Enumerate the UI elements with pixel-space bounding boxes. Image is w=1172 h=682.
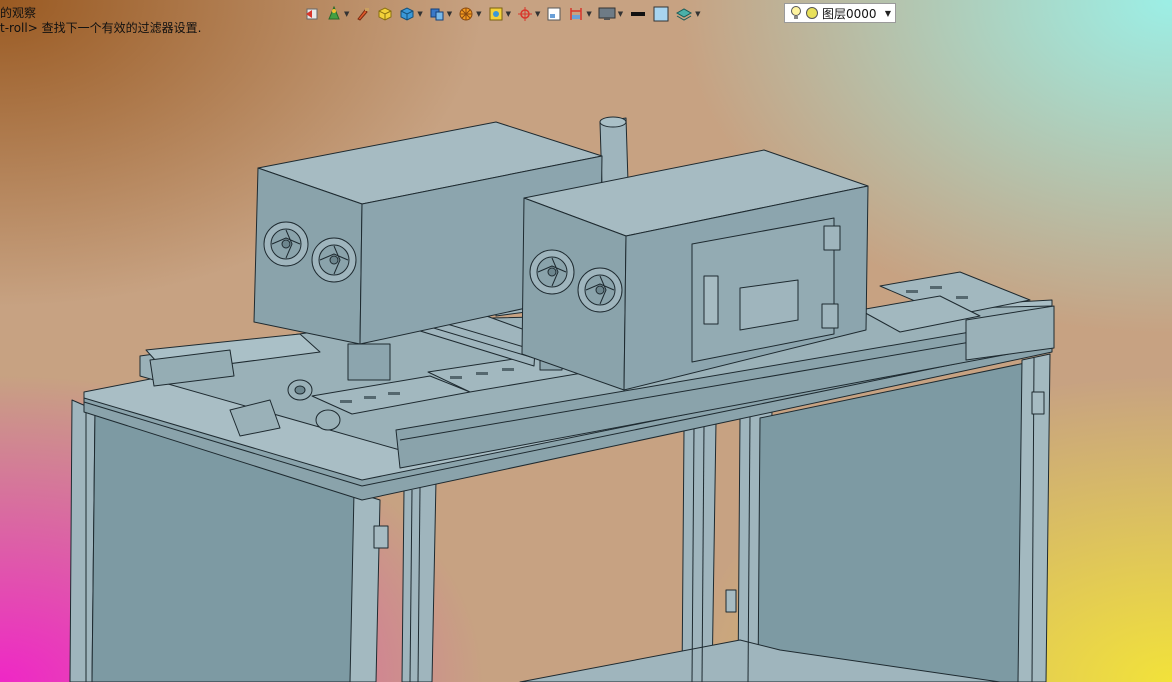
- chevron-down-icon: ▼: [695, 10, 701, 18]
- monitor-icon: [598, 7, 616, 20]
- box-blue-button[interactable]: ▼: [397, 4, 424, 24]
- panel-icon: [547, 7, 561, 21]
- chevron-down-icon: ▼: [344, 10, 350, 18]
- cad-3d-viewport[interactable]: [0, 0, 1172, 682]
- frame-leg-left-back: [349, 491, 381, 682]
- orange-wheel-icon: [459, 7, 473, 21]
- orange-wheel-button[interactable]: ▼: [456, 4, 483, 24]
- panel-button[interactable]: [544, 4, 564, 24]
- view-back-icon: [306, 8, 318, 20]
- fan-icon: [263, 221, 309, 267]
- chevron-down-icon: ▼: [586, 10, 592, 18]
- door-handle: [703, 275, 719, 325]
- view-frame-icon: [489, 7, 503, 21]
- chevron-down-icon: ▼: [534, 10, 541, 18]
- frame-leg-middle-2: [681, 421, 717, 682]
- frame-leg-left-front: [69, 399, 96, 682]
- render-icon: [328, 6, 340, 20]
- chevron-down-icon: ▼: [476, 10, 482, 18]
- line-weight-button[interactable]: [627, 4, 649, 24]
- layers-stack-icon: [676, 8, 693, 21]
- view-frame-button[interactable]: ▼: [486, 4, 513, 24]
- dimension-icon: [570, 8, 583, 20]
- box-blue-icon: [400, 7, 414, 21]
- command-line-history: 的观察: [0, 6, 37, 20]
- chevron-down-icon: ▼: [446, 10, 453, 18]
- layer-name: 图层0000: [822, 6, 877, 21]
- box-multi-icon: [430, 8, 444, 21]
- target-button[interactable]: ▼: [515, 4, 542, 24]
- fan-icon: [311, 237, 357, 283]
- chevron-down-icon: ▼: [884, 8, 891, 18]
- color-swatch-button[interactable]: [651, 4, 671, 24]
- view-toolbar: ▼ ▼ ▼ ▼ ▼ ▼ ▼ ▼ ▼: [302, 4, 703, 24]
- command-line-prompt: t-roll> 查找下一个有效的过滤器设置.: [0, 21, 202, 35]
- layer-dropdown[interactable]: 图层0000 ▼: [784, 3, 896, 23]
- sun-icon: [806, 7, 818, 19]
- monitor-button[interactable]: ▼: [596, 4, 625, 24]
- motor-left: [347, 343, 391, 381]
- fan-icon: [577, 267, 623, 313]
- chevron-down-icon: ▼: [505, 10, 511, 18]
- brush-icon: [357, 8, 370, 21]
- render-button[interactable]: ▼: [324, 4, 351, 24]
- bulb-icon: [791, 6, 801, 19]
- color-swatch-icon: [653, 6, 669, 22]
- chevron-down-icon: ▼: [617, 10, 624, 18]
- fan-icon: [529, 249, 575, 295]
- gantry-column-rear: [599, 117, 629, 187]
- brush-button[interactable]: [353, 4, 373, 24]
- target-icon: [517, 7, 532, 21]
- line-weight-icon: [631, 12, 646, 16]
- box-yellow-icon: [378, 7, 392, 21]
- chevron-down-icon: ▼: [417, 10, 423, 18]
- view-back-button[interactable]: [302, 4, 322, 24]
- box-yellow-button[interactable]: [375, 4, 395, 24]
- layers-stack-button[interactable]: ▼: [673, 4, 702, 24]
- dimension-button[interactable]: ▼: [566, 4, 593, 24]
- frame-side-panel-right: [757, 361, 1031, 682]
- box-multi-button[interactable]: ▼: [427, 4, 454, 24]
